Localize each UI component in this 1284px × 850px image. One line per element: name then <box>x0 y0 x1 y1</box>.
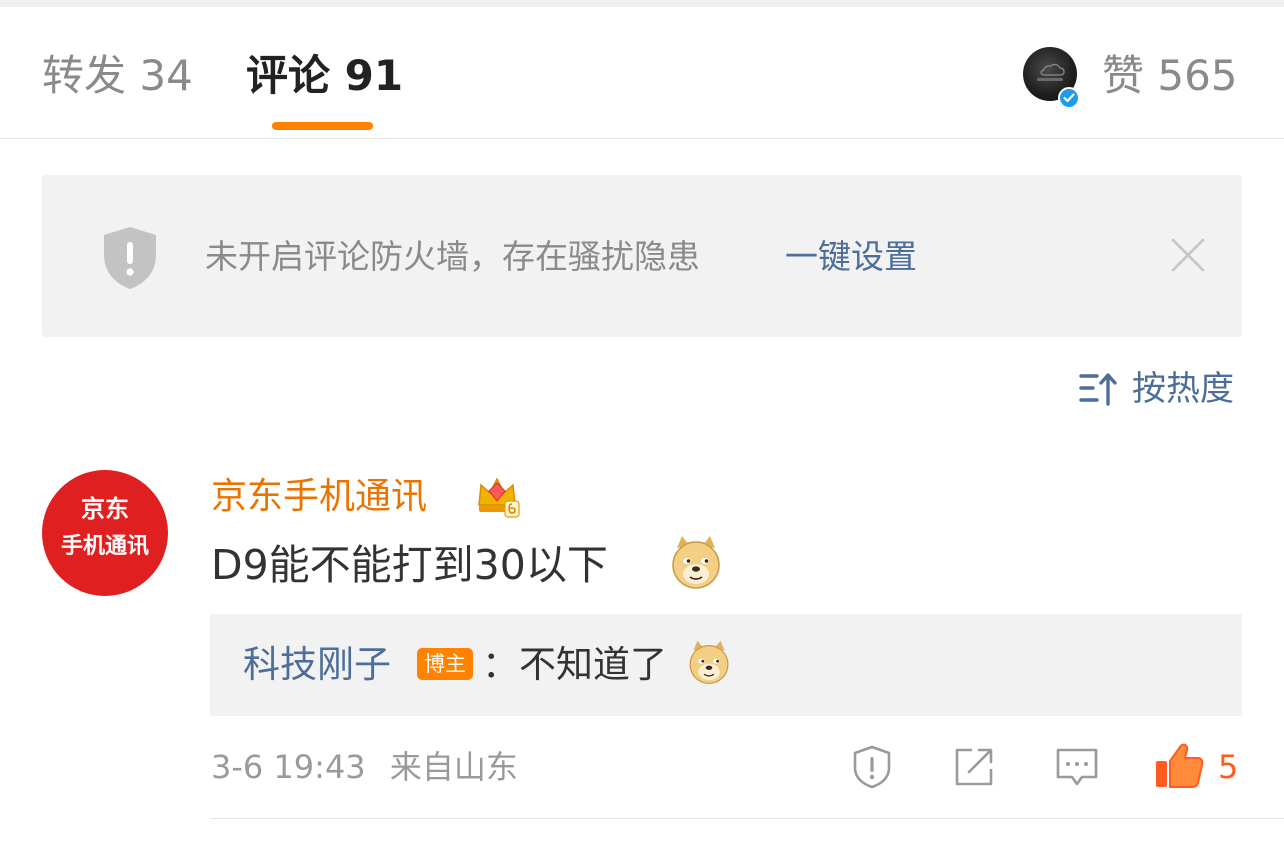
verified-badge-icon <box>1058 87 1080 109</box>
reply-text: ：不知道了 <box>482 643 667 686</box>
doge-emoji-icon <box>689 640 729 684</box>
thumbs-up-icon[interactable] <box>1153 741 1205 791</box>
avatar-text-line1: 京东 <box>81 495 129 523</box>
like-count: 5 <box>1218 748 1239 786</box>
tab-likes[interactable]: 赞 565 <box>1102 51 1238 101</box>
avatar-text-line2: 手机通讯 <box>60 534 149 559</box>
comment-icon[interactable] <box>1054 744 1100 790</box>
top-strip <box>0 0 1284 7</box>
comment-firewall-notice: 未开启评论防火墙，存在骚扰隐患 一键设置 <box>42 175 1242 337</box>
shield-exclamation-icon <box>104 227 156 289</box>
commenter-avatar[interactable]: 京东 手机通讯 <box>42 470 168 596</box>
author-reply-box[interactable]: 科技刚子 博主 ：不知道了 <box>210 614 1242 716</box>
comment-location: 来自山东 <box>389 748 518 786</box>
share-icon[interactable] <box>951 744 997 790</box>
tab-comment[interactable]: 评论 91 <box>246 51 403 101</box>
sort-label: 按热度 <box>1132 369 1234 409</box>
reply-username[interactable]: 科技刚子 <box>243 642 391 688</box>
commenter-username[interactable]: 京东手机通讯 <box>211 475 427 519</box>
author-badge: 博主 <box>417 648 473 680</box>
tab-bar: 转发 34 评论 91 赞 565 <box>0 7 1284 139</box>
sort-icon <box>1079 373 1117 406</box>
comment-text: D9能不能打到30以下 <box>211 541 608 589</box>
active-tab-indicator <box>272 122 373 130</box>
close-icon[interactable] <box>1170 237 1206 273</box>
firewall-setup-link[interactable]: 一键设置 <box>785 237 917 277</box>
comment-divider <box>210 818 1284 819</box>
comment-time: 3-6 19:43 <box>211 748 366 786</box>
comment-meta: 3-6 19:43 来自山东 <box>211 747 518 787</box>
doge-emoji-icon <box>672 536 720 589</box>
vip-crown-icon <box>478 477 520 518</box>
tab-repost[interactable]: 转发 34 <box>42 51 193 101</box>
notice-text: 未开启评论防火墙，存在骚扰隐患 <box>205 237 700 276</box>
report-icon[interactable] <box>849 744 895 790</box>
